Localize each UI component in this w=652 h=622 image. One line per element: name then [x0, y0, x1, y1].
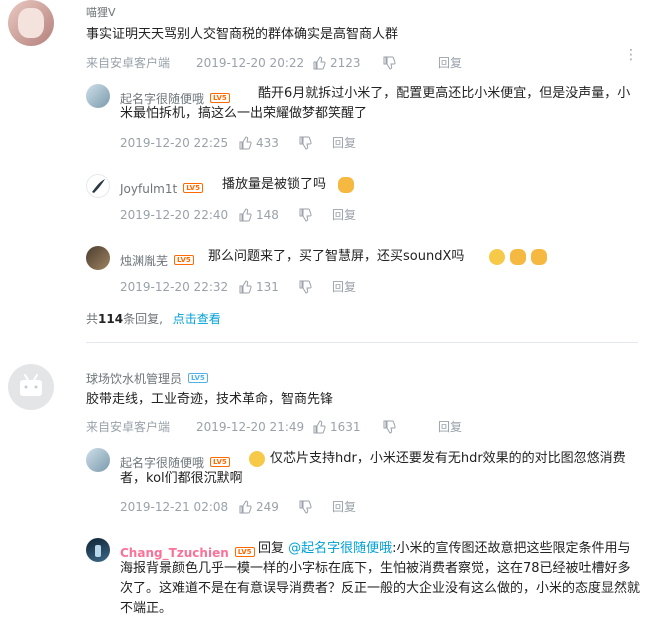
like-count: 249	[256, 499, 279, 514]
like-icon[interactable]	[238, 499, 252, 514]
reply-meta: 2019-12-20 22:40 148 回复	[120, 206, 356, 223]
like-count: 148	[256, 207, 279, 222]
reply-meta: 2019-12-20 22:32 131 回复	[120, 278, 356, 295]
reply-meta: 2019-12-20 22:25 433 回复	[120, 134, 356, 151]
user-avatar[interactable]	[8, 0, 54, 46]
comment-username[interactable]: 球场饮水机管理员	[86, 372, 182, 386]
reply-time: 2019-12-20 22:25	[120, 135, 229, 150]
cat-emoji-icon	[531, 249, 547, 265]
reply-username[interactable]: 烛渊胤芜	[120, 254, 168, 268]
level-badge: LV5	[188, 373, 208, 383]
reply-meta: 2019-12-21 02:08 249 回复	[120, 498, 356, 515]
cat-emoji-icon	[338, 177, 354, 193]
dislike-icon[interactable]	[298, 208, 312, 222]
reply-button[interactable]: 回复	[438, 54, 462, 71]
reply-text: 酷开6月就拆过小米了，配置更高还比小米便宜，但是没声量，小米最怕拆机，搞这么一出…	[120, 86, 631, 121]
reply-avatar[interactable]	[86, 538, 110, 562]
dislike-icon[interactable]	[298, 136, 312, 150]
more-dots-icon[interactable]: ⋮	[624, 48, 638, 62]
dislike-icon[interactable]	[298, 500, 312, 514]
like-count: 433	[256, 135, 279, 150]
mention-link[interactable]: @起名字很随便哦	[288, 541, 392, 556]
more-count: 114	[98, 312, 124, 326]
reply-time: 2019-12-20 22:40	[120, 207, 229, 222]
comment-source: 来自安卓客户端	[86, 56, 171, 70]
reply-avatar[interactable]	[86, 84, 110, 108]
reply-text: 回复 @起名字很随便哦:小米的宣传图还故意把这些限定条件用与海报背景颜色几乎一模…	[120, 539, 640, 619]
like-icon[interactable]	[312, 419, 326, 434]
reply-username[interactable]: Joyfulm1t	[120, 182, 177, 196]
comment-source: 来自安卓客户端	[86, 420, 171, 434]
like-icon[interactable]	[238, 207, 252, 222]
reply-text: 播放量是被锁了吗	[222, 177, 327, 192]
cat-emoji-icon	[510, 249, 526, 265]
user-avatar[interactable]	[8, 364, 54, 410]
reply-button[interactable]: 回复	[332, 134, 356, 151]
comment-divider	[86, 342, 638, 343]
comment-time: 2019-12-20 21:49	[196, 419, 305, 434]
like-count: 2123	[330, 55, 361, 70]
reply-text: 那么问题来了，买了智慧屏，还买soundX吗	[208, 249, 465, 264]
reply-avatar[interactable]	[86, 246, 110, 270]
view-more-replies: 共114条回复, 点击查看	[86, 310, 221, 327]
reply-time: 2019-12-20 22:32	[120, 279, 229, 294]
reply-button[interactable]: 回复	[438, 418, 462, 435]
comment-username[interactable]: 喵狸V	[86, 4, 116, 20]
view-more-link[interactable]: 点击查看	[173, 312, 221, 326]
level-badge: LV5	[183, 183, 203, 193]
comment-time: 2019-12-20 20:22	[196, 55, 305, 70]
reply-button[interactable]: 回复	[332, 498, 356, 515]
reply-prefix: 回复	[258, 541, 285, 556]
comment-text: 事实证明天天骂别人交智商税的群体确实是高智商人群	[86, 27, 399, 42]
reply-time: 2019-12-21 02:08	[120, 499, 229, 514]
like-count: 1631	[330, 419, 361, 434]
more-prefix: 共	[86, 312, 99, 326]
smile-emoji-icon	[489, 249, 505, 265]
like-icon[interactable]	[312, 55, 326, 70]
like-count: 131	[256, 279, 279, 294]
comment-meta: 来自安卓客户端 2019-12-20 20:22 2123 回复	[86, 54, 462, 71]
like-icon[interactable]	[238, 279, 252, 294]
comment-meta: 来自安卓客户端 2019-12-20 21:49 1631 回复	[86, 418, 462, 435]
dislike-icon[interactable]	[382, 56, 396, 70]
reply-avatar[interactable]	[86, 448, 110, 472]
reply-button[interactable]: 回复	[332, 206, 356, 223]
comment-text: 胶带走线，工业奇迹，技术革命，智商先锋	[86, 392, 334, 407]
reply-button[interactable]: 回复	[332, 278, 356, 295]
reply-avatar[interactable]	[86, 174, 110, 198]
dislike-icon[interactable]	[298, 280, 312, 294]
reply-text: 仅芯片支持hdr，小米还要发有无hdr效果的的对比图忽悠消费者，kol们都很沉默…	[120, 451, 626, 486]
like-icon[interactable]	[238, 135, 252, 150]
dislike-icon[interactable]	[382, 420, 396, 434]
more-suffix: 条回复,	[123, 312, 163, 326]
level-badge: LV5	[174, 255, 194, 265]
